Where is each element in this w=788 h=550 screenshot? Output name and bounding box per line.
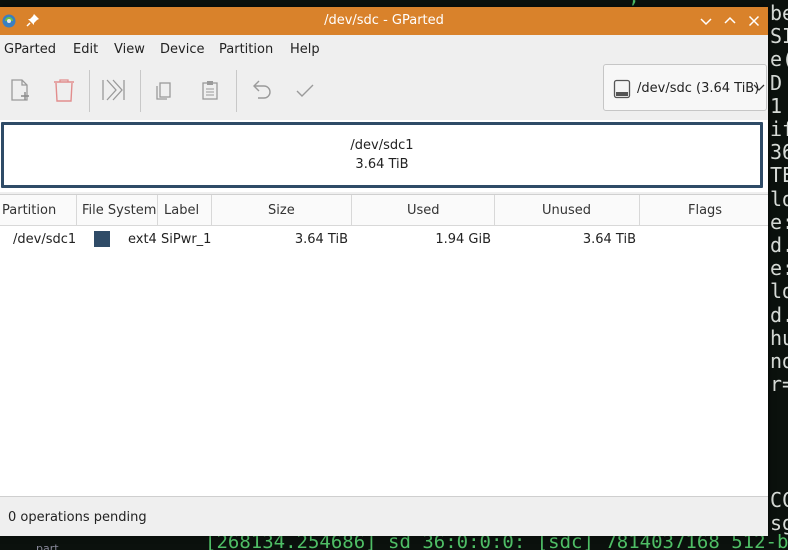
cell-size: 3.64 TiB: [294, 232, 348, 247]
menu-partition[interactable]: Partition: [219, 42, 273, 57]
toolbar-separator: [89, 70, 90, 112]
apply-icon[interactable]: [292, 77, 318, 103]
title-bar[interactable]: /dev/sdc - GParted: [0, 7, 768, 35]
terminal-right-text: be SI e( D 1 if 36 TE ld e: d. e: ld d. …: [770, 1, 788, 536]
device-selector[interactable]: /dev/sdc (3.64 TiB): [603, 64, 767, 111]
new-partition-icon[interactable]: [7, 77, 33, 103]
column-header-partition[interactable]: Partition: [0, 195, 77, 226]
cell-label: SiPwr_1: [161, 232, 212, 247]
operations-pending-text: 0 operations pending: [8, 510, 147, 525]
delete-partition-icon[interactable]: [51, 77, 77, 103]
cell-partition: /dev/sdc1: [13, 232, 77, 247]
chevron-down-icon: [753, 84, 765, 91]
menu-view[interactable]: View: [114, 42, 145, 57]
filesystem-color-swatch: [94, 231, 110, 247]
column-header-label: Partition: [2, 203, 57, 218]
menu-edit[interactable]: Edit: [73, 42, 98, 57]
menu-device[interactable]: Device: [160, 42, 204, 57]
resize-move-icon[interactable]: [100, 77, 126, 103]
column-header-filesystem[interactable]: File System: [77, 195, 158, 226]
partition-table: Partition File System Label Size Used Un…: [0, 194, 768, 496]
status-bar: 0 operations pending: [0, 496, 768, 536]
window-title: /dev/sdc - GParted: [324, 13, 444, 28]
column-header-unused[interactable]: Unused: [495, 195, 640, 226]
column-header-label: Size: [268, 203, 295, 218]
table-row[interactable]: /dev/sdc1 ext4 SiPwr_1 3.64 TiB 1.94 GiB…: [0, 227, 768, 253]
menu-bar: GParted Edit View Device Partition Help: [0, 35, 768, 64]
partition-block-sdc1[interactable]: /dev/sdc1 3.64 TiB: [1, 122, 763, 188]
gparted-window: /dev/sdc - GParted GParted Edit View Dev…: [0, 7, 768, 536]
copy-icon[interactable]: [152, 77, 178, 103]
menu-help[interactable]: Help: [290, 42, 320, 57]
column-header-flags[interactable]: Flags: [640, 195, 768, 226]
cell-unused: 3.64 TiB: [582, 232, 636, 247]
toolbar-separator: [236, 70, 237, 112]
column-header-label: Unused: [542, 203, 592, 218]
cell-used: 1.94 GiB: [435, 232, 491, 247]
disk-map: /dev/sdc1 3.64 TiB: [0, 120, 768, 192]
column-header-label: Used: [407, 203, 440, 218]
column-header-label[interactable]: Label: [158, 195, 212, 226]
paste-icon[interactable]: [197, 77, 223, 103]
device-selector-label: /dev/sdc (3.64 TiB): [637, 81, 760, 96]
column-header-label: Label: [164, 203, 200, 218]
column-header-used[interactable]: Used: [352, 195, 495, 226]
partition-block-name: /dev/sdc1: [350, 138, 414, 153]
cell-filesystem: ext4: [128, 232, 157, 247]
close-icon[interactable]: [746, 13, 762, 29]
maximize-icon[interactable]: [722, 13, 738, 29]
disk-icon: [613, 79, 631, 99]
minimize-icon[interactable]: [698, 13, 714, 29]
column-header-label: File System: [82, 203, 157, 218]
undo-icon[interactable]: [248, 77, 274, 103]
toolbar: /dev/sdc (3.64 TiB): [0, 64, 768, 119]
column-header-label: Flags: [688, 203, 723, 218]
menu-gparted[interactable]: GParted: [4, 42, 56, 57]
desktop-file-label: part: [36, 542, 59, 550]
partition-block-size: 3.64 TiB: [355, 157, 409, 172]
toolbar-separator: [140, 70, 141, 112]
column-header-size[interactable]: Size: [212, 195, 352, 226]
